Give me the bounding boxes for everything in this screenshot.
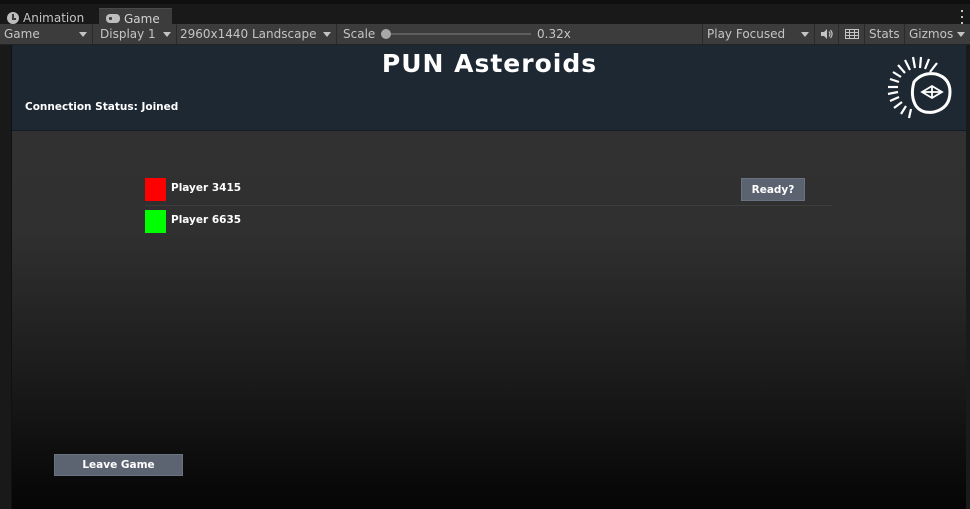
gamepad-icon [106,14,120,23]
game-header: PUN Asteroids Connection Status: Joined [12,45,967,131]
resolution-value: 2960x1440 Landscape [180,27,317,41]
play-mode-value: Play Focused [707,27,786,41]
viewport-edge [966,45,970,509]
grid-icon [844,29,859,39]
stats-label: Stats [869,27,900,41]
view-type-dropdown[interactable]: Game [0,24,93,44]
resolution-dropdown[interactable]: 2960x1440 Landscape [177,24,337,44]
player-name: Player 3415 [171,182,242,194]
scale-value: 0.32x [537,27,571,41]
chevron-down-icon [163,32,171,37]
chevron-down-icon [79,32,87,37]
chevron-down-icon [801,32,809,37]
scale-slider-handle[interactable] [381,29,391,39]
display-dropdown[interactable]: Display 1 [93,24,177,44]
chevron-down-icon [323,32,331,37]
gizmos-dropdown[interactable]: Gizmos [905,24,970,44]
view-type-value: Game [4,27,40,41]
leave-game-button[interactable]: Leave Game [54,454,183,476]
scale-label: Scale [343,27,376,41]
clock-icon [7,12,19,24]
connection-status: Connection Status: Joined [25,101,179,113]
tab-animation-label: Animation [23,11,85,25]
speaker-icon [820,29,833,39]
player-row: Player 6635 [145,209,832,237]
mute-audio-button[interactable] [815,24,839,44]
scale-slider-track[interactable] [385,33,531,35]
player-color-swatch [145,178,166,201]
editor-tab-strip: Animation Game [0,0,970,28]
play-mode-dropdown[interactable]: Play Focused [703,24,815,44]
gizmos-label: Gizmos [909,27,954,41]
stats-grid-button[interactable] [839,24,865,44]
game-title: PUN Asteroids [381,49,598,78]
unity-logo-icon [887,56,952,119]
game-view-toolbar: Game Display 1 2960x1440 Landscape Scale… [0,24,970,45]
player-color-swatch [145,210,166,233]
more-options-icon[interactable] [960,10,964,24]
player-name: Player 6635 [171,214,242,226]
game-viewport: PUN Asteroids Connection Status: Joined [11,45,967,509]
player-row: Player 3415 Ready? [145,177,832,206]
ready-button[interactable]: Ready? [741,178,805,201]
stats-button[interactable]: Stats [865,24,905,44]
display-value: Display 1 [100,27,156,41]
chevron-down-icon [957,32,965,37]
scale-control: Scale 0.32x [337,24,703,44]
